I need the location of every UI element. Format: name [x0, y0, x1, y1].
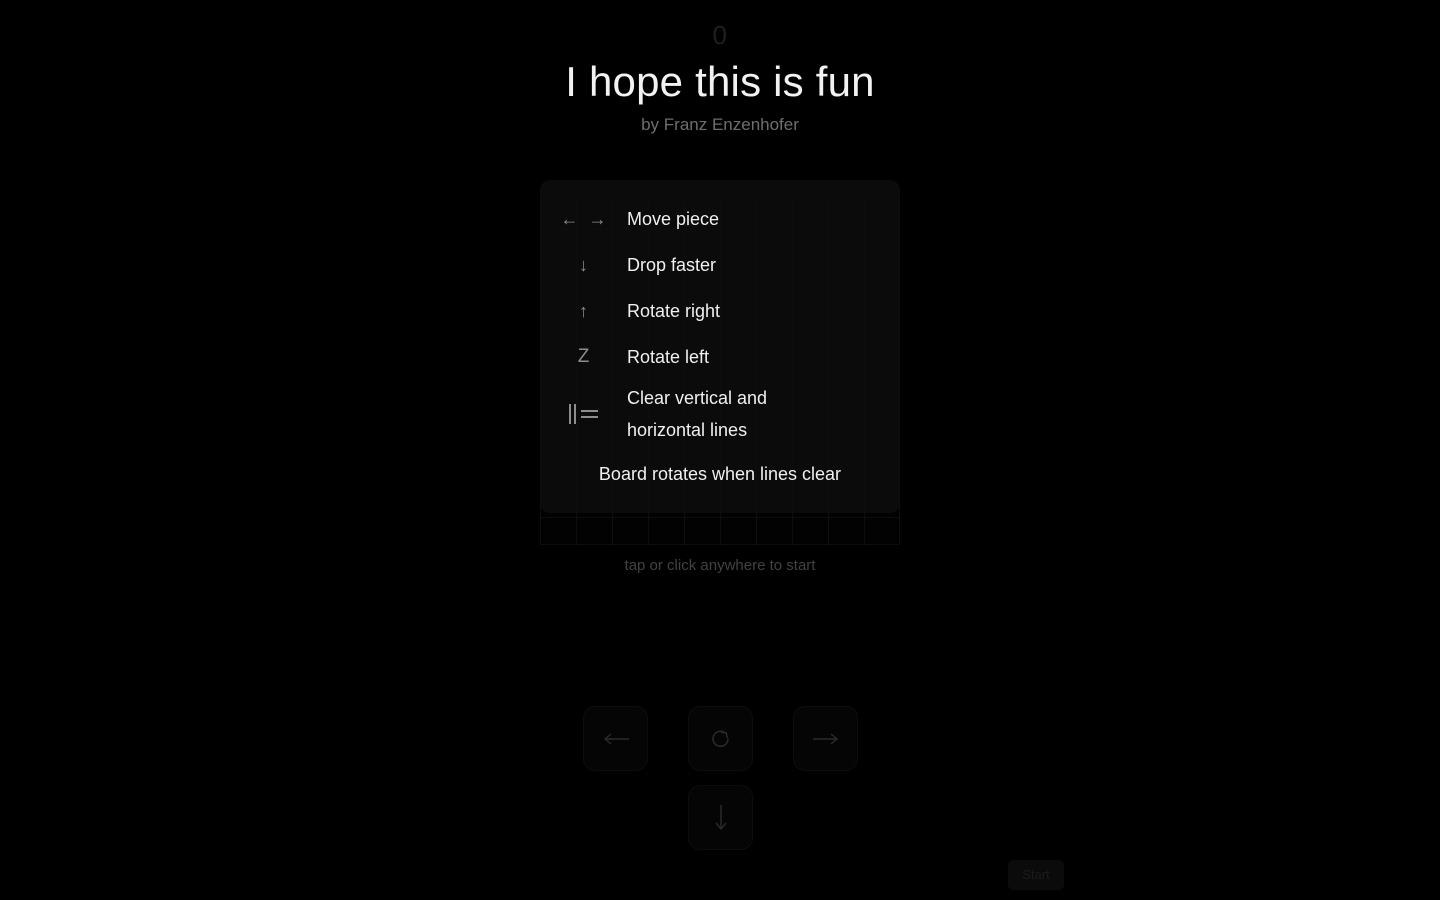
instruction-note-board-rotates: Board rotates when lines clear: [598, 464, 842, 484]
key-hint-rotate-right: ↑: [540, 301, 627, 321]
control-move-right-button[interactable]: [793, 706, 858, 771]
vertical-horizontal-lines-icon: [569, 404, 598, 424]
arrow-up-icon: ↑: [579, 301, 588, 321]
arrow-down-icon: [714, 804, 728, 832]
start-hint-text[interactable]: tap or click anywhere to start: [0, 556, 1440, 576]
page-title: I hope this is fun: [565, 58, 875, 105]
control-move-left-button[interactable]: [583, 706, 648, 771]
instruction-row-rotate-right: ↑ Rotate right: [540, 288, 900, 334]
rotate-clockwise-icon: [708, 726, 734, 752]
touch-controls: [583, 706, 858, 854]
arrow-right-icon: [812, 732, 840, 746]
author-byline: by Franz Enzenhofer: [641, 115, 799, 134]
instruction-row-clear-lines: Clear vertical and horizontal lines: [540, 380, 900, 448]
instruction-row-move: ← → Move piece: [540, 196, 900, 242]
arrow-left-icon: [602, 732, 630, 746]
key-hint-clear-lines: [540, 404, 627, 424]
key-hint-rotate-left: Z: [540, 347, 627, 367]
instruction-row-drop: ↓ Drop faster: [540, 242, 900, 288]
score-display: 0: [712, 20, 728, 50]
instruction-label-drop: Drop faster: [627, 255, 717, 275]
control-drop-faster-button[interactable]: [688, 785, 753, 850]
start-button[interactable]: Start: [1008, 860, 1064, 890]
control-rotate-button[interactable]: [688, 706, 753, 771]
arrow-left-icon: ←: [560, 209, 579, 229]
arrow-right-icon: →: [588, 209, 607, 229]
instruction-label-rotate-right: Rotate right: [627, 301, 721, 321]
arrow-down-icon: ↓: [579, 255, 588, 275]
instructions-panel: ← → Move piece ↓ Drop faster ↑ Rotate ri…: [540, 180, 900, 513]
key-hint-move: ← →: [540, 209, 627, 229]
instruction-label-clear-lines: Clear vertical and horizontal lines: [627, 388, 768, 440]
key-z-icon: Z: [577, 346, 590, 367]
instruction-label-rotate-left: Rotate left: [627, 347, 710, 367]
key-hint-drop: ↓: [540, 255, 627, 275]
instruction-row-rotate-left: Z Rotate left: [540, 334, 900, 380]
instruction-label-move: Move piece: [627, 209, 720, 229]
